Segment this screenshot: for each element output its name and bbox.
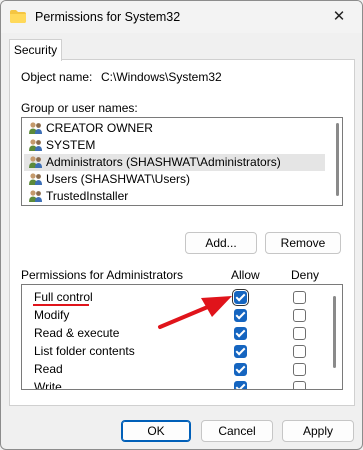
window-title: Permissions for System32 (35, 10, 181, 24)
users-icon (29, 139, 42, 151)
group-user-list[interactable]: CREATOR OWNER SYSTEM Administrators (SHA… (21, 117, 343, 206)
close-icon: ✕ (332, 8, 346, 25)
ok-button[interactable]: OK (121, 420, 191, 442)
list-item-system[interactable]: SYSTEM (24, 137, 325, 154)
list-item-users[interactable]: Users (SHASHWAT\Users) (24, 171, 325, 188)
deny-checkbox[interactable] (293, 291, 306, 304)
users-icon (29, 122, 42, 134)
users-icon (29, 156, 42, 168)
deny-checkbox[interactable] (293, 363, 306, 376)
permissions-header: Permissions for Administrators (21, 268, 184, 282)
permission-name: Modify (34, 308, 70, 322)
list-item-label: SYSTEM (46, 138, 96, 152)
list-item-administrators[interactable]: Administrators (SHASHWAT\Administrators) (24, 154, 325, 171)
deny-checkbox[interactable] (293, 345, 306, 358)
permissions-scrollbar[interactable] (333, 296, 336, 368)
close-button[interactable]: ✕ (322, 4, 356, 30)
list-item-label: CREATOR OWNER (46, 121, 153, 135)
allow-checkbox[interactable] (234, 381, 247, 389)
add-button[interactable]: Add... (185, 232, 257, 254)
allow-checkbox[interactable] (232, 289, 249, 306)
object-name-label: Object name: (21, 70, 93, 84)
deny-checkbox[interactable] (293, 381, 306, 389)
permission-row-read-execute: Read & execute (22, 324, 332, 342)
permission-name: Full control (34, 290, 93, 304)
folder-icon (10, 10, 26, 23)
allow-checkbox[interactable] (234, 327, 247, 340)
annotation-underline (33, 304, 89, 306)
tab-security[interactable]: Security (9, 39, 62, 61)
list-item-label: Users (SHASHWAT\Users) (46, 172, 190, 186)
allow-checkbox[interactable] (234, 363, 247, 376)
permission-name: Write (34, 380, 62, 390)
permission-name: Read & execute (34, 326, 120, 340)
list-item-label: Administrators (SHASHWAT\Administrators) (46, 155, 281, 169)
allow-column-header: Allow (231, 268, 260, 282)
list-scrollbar[interactable] (336, 123, 339, 196)
users-icon (29, 173, 42, 185)
list-item-creator-owner[interactable]: CREATOR OWNER (24, 120, 325, 137)
users-icon (29, 190, 42, 202)
apply-button[interactable]: Apply (282, 420, 354, 442)
title-bar[interactable]: Permissions for System32 ✕ (1, 1, 362, 33)
cancel-button[interactable]: Cancel (201, 420, 273, 442)
deny-checkbox[interactable] (293, 309, 306, 322)
object-name-value: C:\Windows\System32 (101, 70, 222, 84)
allow-checkbox[interactable] (234, 345, 247, 358)
list-item-trustedinstaller[interactable]: TrustedInstaller (24, 188, 325, 205)
permission-row-modify: Modify (22, 306, 332, 324)
permission-row-write: Write (22, 378, 332, 390)
permission-name: Read (34, 362, 63, 376)
permissions-list: Full control Modify Read & execute List … (21, 284, 343, 390)
permission-row-read: Read (22, 360, 332, 378)
group-names-label: Group or user names: (21, 101, 138, 115)
permission-row-list-folder-contents: List folder contents (22, 342, 332, 360)
remove-button[interactable]: Remove (265, 232, 341, 254)
list-item-label: TrustedInstaller (46, 189, 129, 203)
allow-checkbox[interactable] (234, 309, 247, 322)
deny-checkbox[interactable] (293, 327, 306, 340)
deny-column-header: Deny (291, 268, 320, 282)
permission-name: List folder contents (34, 344, 135, 358)
